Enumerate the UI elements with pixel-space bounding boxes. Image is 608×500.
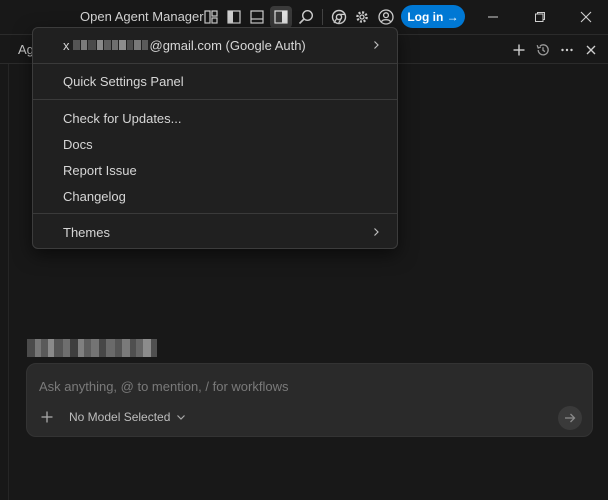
account-email-prefix: x (63, 37, 70, 53)
add-context-icon[interactable] (39, 409, 55, 425)
chevron-right-icon (374, 228, 379, 236)
menu-divider (33, 213, 397, 214)
greeting-text (27, 339, 157, 357)
toggle-secondary-sidebar-icon[interactable] (270, 6, 292, 28)
sidebar-divider (8, 64, 9, 500)
menu-item-account[interactable]: x @gmail.com (Google Auth) (33, 32, 397, 58)
chat-input-box: No Model Selected (26, 363, 593, 437)
chat-input[interactable] (39, 377, 559, 395)
chevron-down-icon (177, 415, 186, 420)
menu-item-check-updates[interactable]: Check for Updates... (33, 105, 397, 131)
close-icon[interactable] (563, 0, 608, 33)
menu-divider (33, 63, 397, 64)
titlebar-divider (322, 9, 323, 25)
menu-item-quick-settings[interactable]: Quick Settings Panel (33, 68, 397, 94)
restore-icon[interactable] (517, 0, 563, 33)
menu-item-themes-label: Themes (63, 224, 110, 240)
window-title: Open Agent Manager (80, 9, 204, 24)
search-icon[interactable] (295, 6, 317, 28)
history-icon[interactable] (533, 40, 553, 60)
account-icon[interactable] (375, 6, 397, 28)
model-selector-label: No Model Selected (69, 410, 171, 424)
menu-item-report-issue[interactable]: Report Issue (33, 157, 397, 183)
menu-item-docs[interactable]: Docs (33, 131, 397, 157)
menu-item-themes[interactable]: Themes (33, 219, 397, 245)
toggle-primary-sidebar-icon[interactable] (223, 6, 245, 28)
menu-item-changelog[interactable]: Changelog (33, 183, 397, 209)
minimize-icon[interactable] (470, 0, 516, 33)
browser-icon[interactable] (328, 6, 350, 28)
chevron-right-icon (374, 41, 379, 49)
menu-divider (33, 99, 397, 100)
login-button[interactable]: Log in → (401, 5, 465, 28)
account-menu: x @gmail.com (Google Auth) Quick Setting… (32, 27, 398, 249)
layout-icon[interactable] (200, 6, 222, 28)
account-email-domain: @gmail.com (Google Auth) (149, 37, 306, 53)
model-selector[interactable]: No Model Selected (69, 409, 186, 425)
toggle-panel-icon[interactable] (246, 6, 268, 28)
send-button[interactable] (558, 406, 582, 430)
close-panel-icon[interactable] (581, 40, 601, 60)
arrow-right-icon (565, 413, 576, 423)
more-icon[interactable] (557, 40, 577, 60)
plus-icon[interactable] (509, 40, 529, 60)
account-email-redacted (72, 40, 149, 50)
settings-icon[interactable] (351, 6, 373, 28)
